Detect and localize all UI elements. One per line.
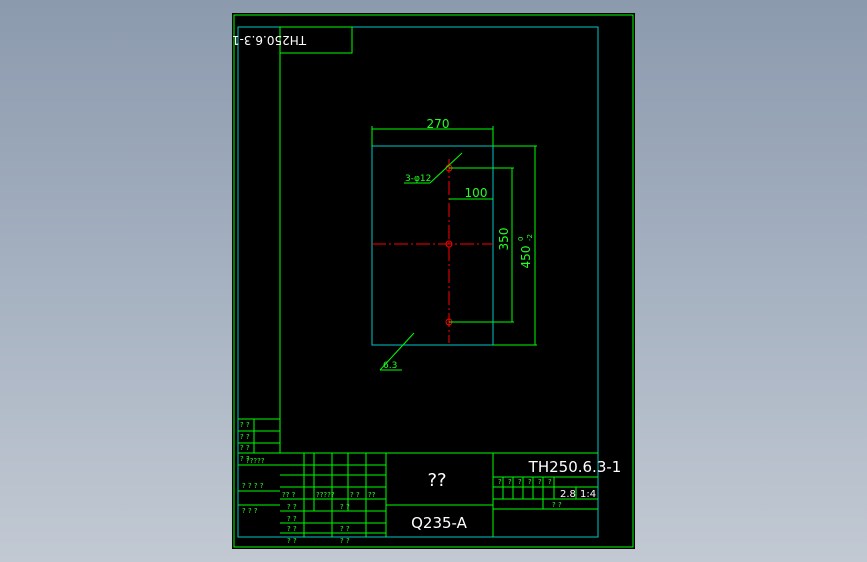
dim-height-tol-upper: 0 [517,237,525,241]
tb-header-cell: ? [538,478,542,486]
dim-width-label: 270 [427,117,450,131]
material: Q235-A [411,514,468,532]
left-col-cell: ? ? [240,444,250,452]
dim-height-group: 450 0 -2 [517,234,534,268]
dim-spacing-label: 350 [497,228,511,251]
tb-label: ? ? [340,525,350,533]
drawing-number: TH250.6.3-1 [528,458,622,476]
left-col-cell: ? ? ? ? [242,482,264,490]
weight-value: 2.8 [560,489,576,500]
roughness-label: 6.3 [383,361,397,371]
tb-header-cell: ? [508,478,512,486]
mirrored-stamp-code: TH250.6.3-1 [232,33,307,47]
drawing-canvas: TH250.6.3-1 270 100 350 450 0 -2 3-φ12 6… [232,14,634,548]
tb-label: ? ? [287,525,297,533]
scale-value: 1:4 [580,489,596,500]
left-col-cell: ? ? [240,421,250,429]
dim-height-tol-lower: -2 [526,234,534,241]
tb-header-cell: ? [518,478,522,486]
tb-header-cell: ? [548,478,552,486]
tb-label: ? ? [340,503,350,511]
tb-label: ? ? [350,491,360,499]
part-outline [371,145,494,346]
tb-header-cell: ? [528,478,532,486]
tb-label: ?? ? [282,491,296,499]
left-col-cell: ? ? ? [242,507,258,515]
tb-label: ? ? [287,515,297,523]
tb-label: ? ? [287,503,297,511]
drawing-viewport[interactable]: TH250.6.3-1 270 100 350 450 0 -2 3-φ12 6… [232,13,635,549]
dim-offset-label: 100 [465,186,488,200]
holes-label: 3-φ12 [405,174,431,184]
tb-label: ????? [316,491,335,499]
part-name: ?? [427,470,446,491]
tb-label: ? ? [340,537,350,545]
tb-header-cell: ? [498,478,502,486]
tb-label: ? ? [552,501,562,509]
left-col-cell: ????? [246,457,265,465]
dim-height-label: 450 [519,246,533,269]
tb-label: ?? [368,491,376,499]
tb-label: ? ? [287,537,297,545]
left-col-cell: ? ? [240,433,250,441]
